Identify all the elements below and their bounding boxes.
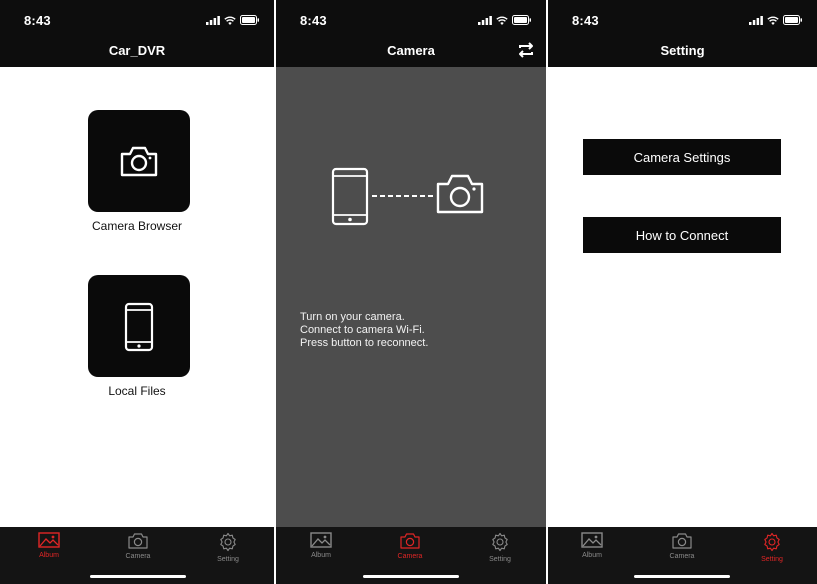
status-icons — [749, 15, 803, 25]
image-icon — [38, 532, 60, 548]
wifi-icon — [224, 15, 236, 25]
setting-screen: 8:43 Setting Camera Settings How to Conn… — [548, 0, 817, 584]
how-to-connect-button[interactable]: How to Connect — [583, 217, 781, 253]
battery-icon — [783, 15, 802, 25]
tab-album[interactable]: Album — [19, 532, 79, 559]
nav-bar: Car_DVR — [0, 34, 274, 67]
signal-icon — [206, 15, 220, 25]
local-files-tile[interactable] — [88, 275, 190, 377]
home-indicator — [90, 575, 186, 578]
camera-settings-button[interactable]: Camera Settings — [583, 139, 781, 175]
gear-icon — [220, 532, 236, 552]
battery-icon — [240, 15, 259, 25]
tab-album[interactable]: Album — [562, 532, 622, 559]
tab-bar: Album Camera Setting — [0, 527, 274, 584]
tab-bar: Album Camera Setting — [276, 527, 546, 584]
connection-instructions: Turn on your camera. Connect to camera W… — [300, 311, 428, 350]
tab-setting[interactable]: Setting — [198, 532, 258, 563]
instruction-line: Press button to reconnect. — [300, 337, 429, 349]
tab-album-label: Album — [311, 552, 331, 559]
status-icons — [478, 15, 532, 25]
wifi-icon — [496, 15, 508, 25]
gear-icon — [764, 532, 780, 552]
home-indicator — [634, 575, 730, 578]
page-title: Camera — [387, 43, 435, 58]
status-bar: 8:43 — [548, 0, 817, 34]
camera-icon — [436, 174, 484, 214]
tab-camera-label: Camera — [669, 553, 695, 560]
tab-setting[interactable]: Setting — [470, 532, 530, 563]
status-time: 8:43 — [24, 13, 51, 28]
status-icons — [206, 15, 260, 25]
nav-bar: Camera — [276, 34, 546, 67]
camera-content: Turn on your camera. Connect to camera W… — [276, 67, 546, 527]
setting-content: Camera Settings How to Connect — [548, 67, 817, 527]
signal-icon — [478, 15, 492, 25]
camera-icon — [400, 533, 420, 549]
image-icon — [581, 532, 603, 548]
switch-camera-icon[interactable] — [516, 40, 536, 60]
signal-icon — [749, 15, 763, 25]
tab-setting-label: Setting — [217, 556, 239, 563]
tab-setting[interactable]: Setting — [742, 532, 802, 563]
page-title: Setting — [660, 43, 705, 58]
wifi-icon — [767, 15, 779, 25]
local-files-label: Local Files — [108, 384, 166, 398]
tab-camera-label: Camera — [397, 553, 423, 560]
tab-camera[interactable]: Camera — [652, 532, 712, 560]
tab-camera[interactable]: Camera — [108, 532, 168, 560]
nav-bar: Setting — [548, 34, 817, 67]
status-bar: 8:43 — [276, 0, 546, 34]
tab-album[interactable]: Album — [291, 532, 351, 559]
status-time: 8:43 — [300, 13, 327, 28]
image-icon — [310, 532, 332, 548]
phone-icon — [124, 302, 154, 352]
tab-album-label: Album — [582, 552, 602, 559]
album-screen: 8:43 Car_DVR Camera Browser Local Files … — [0, 0, 274, 584]
tab-camera-label: Camera — [125, 553, 151, 560]
gear-icon — [492, 532, 508, 552]
instruction-line: Connect to camera Wi-Fi. — [300, 324, 425, 336]
tab-camera[interactable]: Camera — [380, 532, 440, 560]
home-indicator — [363, 575, 459, 578]
album-content: Camera Browser Local Files — [0, 67, 274, 527]
tab-setting-label: Setting — [489, 556, 511, 563]
instruction-line: Turn on your camera. — [300, 311, 405, 323]
tab-setting-label: Setting — [761, 556, 783, 563]
tab-bar: Album Camera Setting — [548, 527, 817, 584]
camera-browser-tile[interactable] — [88, 110, 190, 212]
camera-icon — [120, 146, 158, 177]
camera-browser-label: Camera Browser — [91, 219, 183, 233]
page-title: Car_DVR — [108, 43, 166, 58]
camera-screen: 8:43 Camera Turn on your camera. Connect… — [276, 0, 546, 584]
tab-album-label: Album — [39, 552, 59, 559]
phone-icon — [331, 167, 369, 226]
camera-icon — [128, 533, 148, 549]
connection-illustration — [331, 167, 484, 226]
camera-icon — [672, 533, 692, 549]
status-bar: 8:43 — [0, 0, 274, 34]
status-time: 8:43 — [572, 13, 599, 28]
battery-icon — [512, 15, 531, 25]
